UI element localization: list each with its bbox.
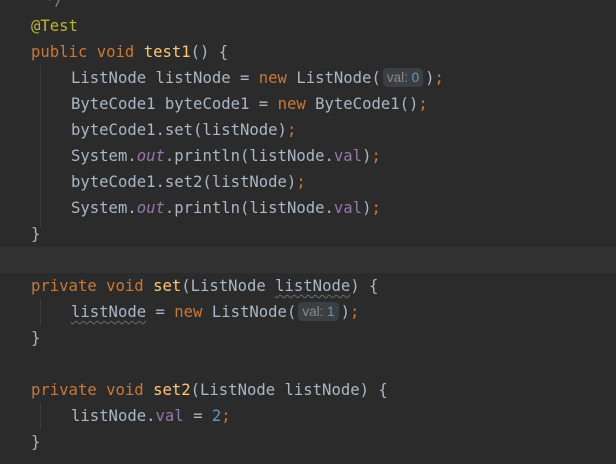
code-line[interactable]: ByteCode1 byteCode1 = new ByteCode1(); xyxy=(0,91,616,117)
method-name-set: set xyxy=(153,277,182,295)
method-call: byteCode1.set2(listNode) xyxy=(71,173,297,191)
code-line[interactable]: System.out.println(listNode.val); xyxy=(0,143,616,169)
code-line[interactable]: } xyxy=(0,429,616,455)
semicolon: ; xyxy=(371,147,381,165)
class-reference: System. xyxy=(71,147,137,165)
closing-brace: } xyxy=(31,225,41,243)
code-line[interactable]: System.out.println(listNode.val); xyxy=(0,195,616,221)
method-name-set2: set2 xyxy=(153,381,191,399)
parameter-hint: val: 0 xyxy=(382,68,424,87)
code-line[interactable]: listNode = new ListNode(val: 1); xyxy=(0,299,616,325)
method-signature: () { xyxy=(190,43,229,61)
closing-brace: } xyxy=(31,329,41,347)
keyword-void: void xyxy=(96,43,135,61)
variable-name: listNode xyxy=(71,303,147,321)
code-line[interactable]: byteCode1.set(listNode); xyxy=(0,117,616,143)
method-name-test1: test1 xyxy=(143,43,191,61)
field-val: val xyxy=(333,199,363,217)
operator: = xyxy=(193,407,203,425)
keyword-new: new xyxy=(258,69,287,87)
constructor-call: ByteCode1() xyxy=(315,95,419,113)
code-line[interactable]: */ xyxy=(0,0,616,13)
keyword-void: void xyxy=(106,381,144,399)
code-line[interactable]: public void test1() { xyxy=(0,39,616,65)
variable-name: listNode. xyxy=(71,407,156,425)
keyword-public: public xyxy=(31,43,88,61)
type-name: ListNode xyxy=(71,69,147,87)
operator: = xyxy=(240,69,250,87)
semicolon: ; xyxy=(418,95,428,113)
static-field-out: out xyxy=(136,199,165,217)
code-line[interactable]: byteCode1.set2(listNode); xyxy=(0,169,616,195)
operator: = xyxy=(258,95,269,113)
keyword-new: new xyxy=(277,95,306,113)
code-line[interactable]: private void set2(ListNode listNode) { xyxy=(0,377,616,403)
closing-brace: } xyxy=(31,433,41,451)
code-line[interactable]: } xyxy=(0,221,616,247)
class-reference: System. xyxy=(71,199,137,217)
static-field-out: out xyxy=(136,147,165,165)
code-line[interactable]: listNode.val = 2; xyxy=(0,403,616,429)
type-name: ByteCode1 xyxy=(71,95,156,113)
code-line[interactable]: } xyxy=(0,325,616,351)
number-literal: 2 xyxy=(211,407,222,425)
method-signature: (ListNode listNode) { xyxy=(190,381,388,399)
code-line[interactable]: ListNode listNode = new ListNode(val: 0)… xyxy=(0,65,616,91)
semicolon: ; xyxy=(296,173,306,191)
annotation-test: @Test xyxy=(31,17,78,35)
keyword-private: private xyxy=(31,381,97,399)
keyword-void: void xyxy=(106,277,144,295)
field-val: val xyxy=(333,147,363,165)
parameter-listnode: listNode xyxy=(275,277,351,295)
variable-name: byteCode1 xyxy=(164,95,250,113)
semicolon: ; xyxy=(286,121,297,139)
operator: = xyxy=(155,303,165,321)
method-call: .println(listNode. xyxy=(164,199,334,217)
comment-end: */ xyxy=(45,0,64,9)
parameter-hint: val: 1 xyxy=(298,302,339,321)
method-call: byteCode1.set(listNode) xyxy=(71,121,287,139)
semicolon: ; xyxy=(434,69,444,87)
current-line[interactable] xyxy=(0,247,616,273)
keyword-new: new xyxy=(174,303,203,321)
code-line[interactable]: private void set(ListNode listNode) { xyxy=(0,273,616,299)
code-line[interactable]: @Test xyxy=(0,13,616,39)
constructor-call: ListNode( xyxy=(296,69,381,87)
semicolon: ; xyxy=(221,407,231,425)
semicolon: ; xyxy=(371,199,381,217)
code-editor[interactable]: */ @Test public void test1() { ListNode … xyxy=(0,0,616,464)
field-val: val xyxy=(155,407,184,425)
keyword-private: private xyxy=(31,277,97,295)
semicolon: ; xyxy=(350,303,360,321)
method-call: .println(listNode. xyxy=(164,147,334,165)
constructor-call: ListNode( xyxy=(211,303,297,321)
variable-name: listNode xyxy=(155,69,231,87)
